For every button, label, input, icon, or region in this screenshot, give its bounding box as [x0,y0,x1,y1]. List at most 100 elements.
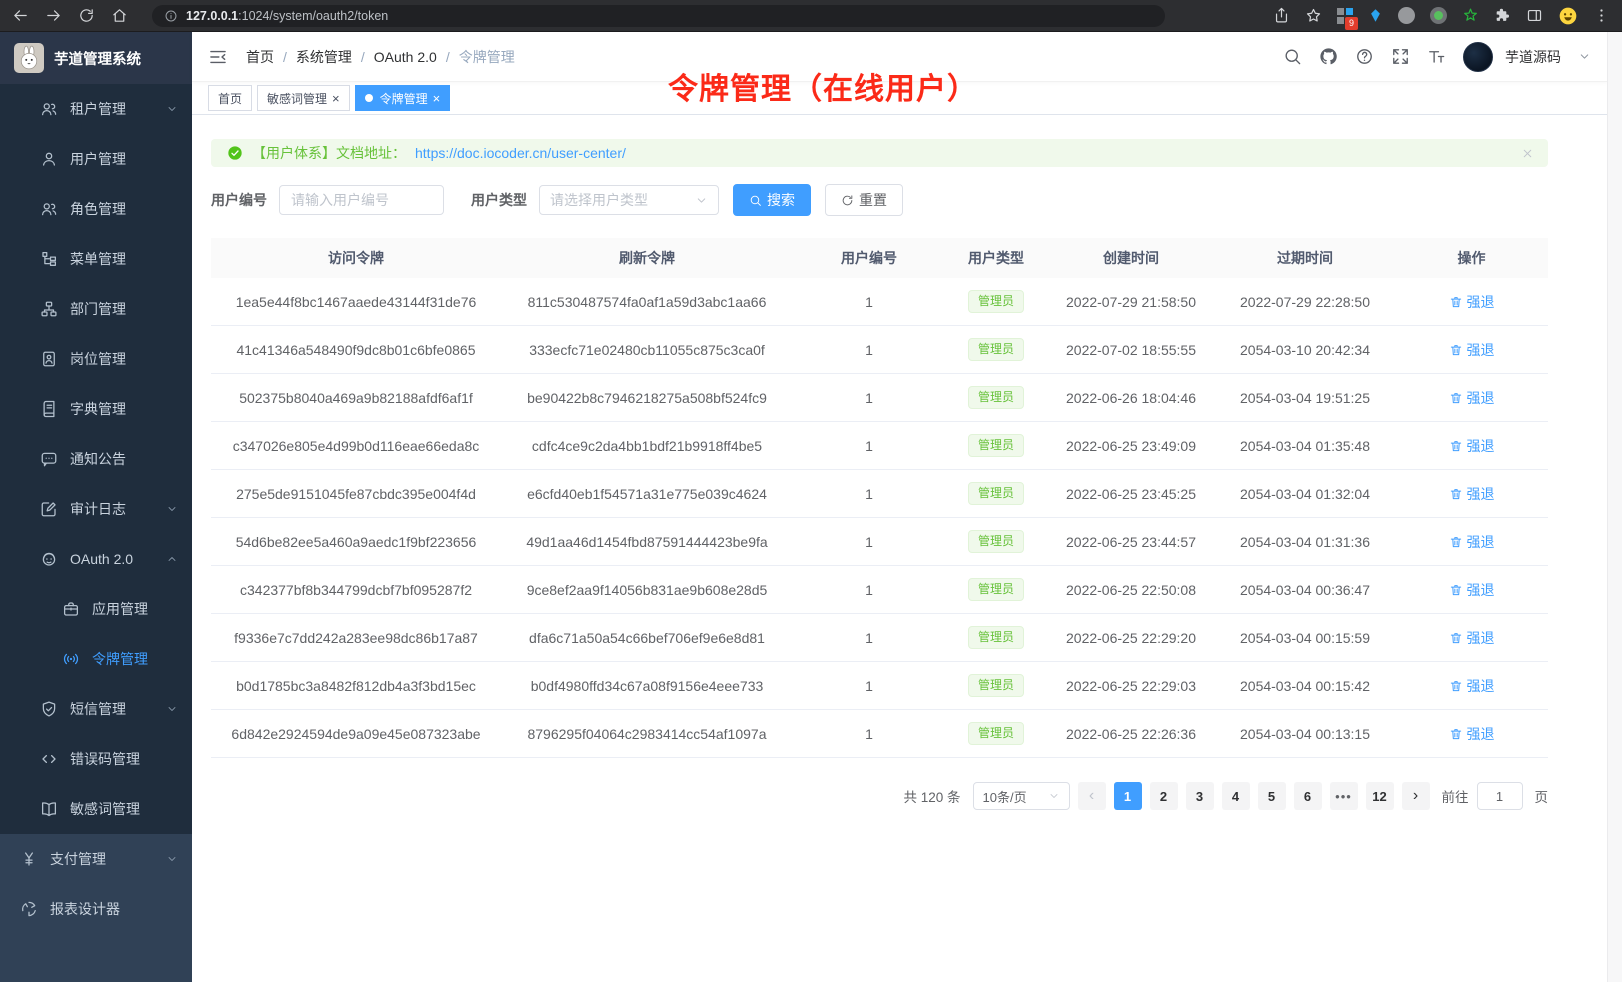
user-id-input[interactable] [279,185,444,215]
sidebar-item-dict[interactable]: 字典管理 [0,384,192,434]
expire-time-cell: 2054-03-04 01:35:48 [1215,438,1395,454]
column-header: 用户编号 [793,248,945,268]
browser-forward-icon[interactable] [45,7,62,24]
circle-extension-icon[interactable] [1398,7,1415,24]
sidebar-item-report-designer[interactable]: 报表设计器 [0,884,192,934]
profile-avatar[interactable] [1558,6,1578,26]
user-type-select[interactable]: 请选择用户类型 [539,185,719,215]
force-logout-button[interactable]: 强退 [1449,580,1495,600]
browser-back-icon[interactable] [12,7,29,24]
sidebar-item-notice[interactable]: 通知公告 [0,434,192,484]
page-button[interactable]: 6 [1294,782,1322,810]
force-logout-button[interactable]: 强退 [1449,676,1495,696]
force-logout-button[interactable]: 强退 [1449,388,1495,408]
app-logo[interactable]: 芋道管理系统 [0,32,192,84]
reset-button[interactable]: 重置 [825,184,903,216]
main-area: 首页 系统管理 OAuth 2.0 令牌管理 芋道源码 [192,32,1607,982]
page-button[interactable]: ••• [1330,782,1358,810]
page-button[interactable]: 4 [1222,782,1250,810]
browser-menu-icon[interactable] [1593,7,1610,24]
breadcrumb-item[interactable]: OAuth 2.0 [352,49,437,65]
force-logout-button[interactable]: 强退 [1449,628,1495,648]
sidebar-item-dept[interactable]: 部门管理 [0,284,192,334]
extensions-puzzle-icon[interactable] [1494,7,1511,24]
sidebar-item-post[interactable]: 岗位管理 [0,334,192,384]
sidebar-item-role[interactable]: 角色管理 [0,184,192,234]
prev-page-button[interactable]: ‹ [1078,782,1106,810]
sidebar-item-oauth2-app[interactable]: 应用管理 [0,584,192,634]
breadcrumb-item[interactable]: 令牌管理 [437,47,515,67]
goto-page-input[interactable] [1477,782,1523,810]
tab-close-icon[interactable]: × [332,92,340,105]
sidebar-item-label: 用户管理 [70,149,178,169]
username[interactable]: 芋道源码 [1505,47,1561,67]
browser-reload-icon[interactable] [78,7,95,24]
github-icon[interactable] [1319,47,1338,66]
gem-extension-icon[interactable] [1368,8,1383,23]
sidebar-item-sms[interactable]: 短信管理 [0,684,192,734]
user-type-cell: 管理员 [945,338,1047,361]
sidebar-item-pay[interactable]: 支付管理 [0,834,192,884]
sidebar-item-user[interactable]: 用户管理 [0,134,192,184]
user-type-badge: 管理员 [968,434,1024,457]
navbar-actions: 芋道源码 [1283,42,1591,72]
force-logout-button[interactable]: 强退 [1449,724,1495,744]
help-icon[interactable] [1355,47,1374,66]
browser-home-icon[interactable] [111,7,128,24]
page-button[interactable]: 1 [1114,782,1142,810]
site-info-icon[interactable] [164,9,178,23]
sidebar-collapse-icon[interactable] [208,47,228,67]
doc-link[interactable]: https://doc.iocoder.cn/user-center/ [415,145,626,161]
tab-token[interactable]: 令牌管理 × [355,85,451,111]
search-button[interactable]: 搜索 [733,184,811,216]
user-type-badge: 管理员 [968,674,1024,697]
tab-home[interactable]: 首页 × [208,85,252,111]
user-type-badge: 管理员 [968,290,1024,313]
app-title: 芋道管理系统 [54,48,141,69]
force-logout-button[interactable]: 强退 [1449,340,1495,360]
page-scrollbar[interactable] [1607,32,1622,982]
breadcrumb-item[interactable]: 首页 [246,47,274,67]
sidebar: 芋道管理系统 租户管理 用户管理 角色管理 [0,32,192,982]
force-logout-button[interactable]: 强退 [1449,436,1495,456]
share-icon[interactable] [1273,7,1290,24]
expire-time-cell: 2054-03-04 01:31:36 [1215,534,1395,550]
bookmark-star-icon[interactable] [1305,7,1322,24]
alert-close-icon[interactable] [1521,147,1534,160]
force-logout-button[interactable]: 强退 [1449,292,1495,312]
user-menu-caret-icon[interactable] [1578,50,1591,63]
sidebar-item-audit-log[interactable]: 审计日志 [0,484,192,534]
sidebar-item-tenant[interactable]: 租户管理 [0,84,192,134]
star-extension-icon[interactable] [1462,7,1479,24]
access-token-cell: 1ea5e44f8bc1467aaede43144f31de76 [211,294,501,310]
grid-extension-icon[interactable]: 9 [1337,8,1353,24]
breadcrumb-item[interactable]: 系统管理 [274,47,352,67]
address-bar[interactable]: 127.0.0.1:1024/system/oauth2/token [152,5,1165,27]
page-button[interactable]: 2 [1150,782,1178,810]
search-icon[interactable] [1283,47,1302,66]
user-avatar[interactable] [1463,42,1493,72]
tab-sensitive-word[interactable]: 敏感词管理 × [257,85,350,111]
force-logout-button[interactable]: 强退 [1449,532,1495,552]
sidebar-item-error-code[interactable]: 错误码管理 [0,734,192,784]
force-logout-button[interactable]: 强退 [1449,484,1495,504]
page-button[interactable]: 5 [1258,782,1286,810]
side-panel-icon[interactable] [1526,7,1543,24]
column-header: 刷新令牌 [501,248,793,268]
sidebar-item-label: 字典管理 [70,399,178,419]
created-time-cell: 2022-07-29 21:58:50 [1047,294,1215,310]
page-size-select[interactable]: 10条/页 [973,782,1070,810]
tab-close-icon[interactable]: × [433,92,441,105]
page-button[interactable]: 3 [1186,782,1214,810]
sidebar-item-sensitive-word[interactable]: 敏感词管理 [0,784,192,834]
font-size-icon[interactable] [1427,47,1446,66]
next-page-button[interactable]: › [1402,782,1430,810]
fullscreen-icon[interactable] [1391,47,1410,66]
sidebar-item-menu[interactable]: 菜单管理 [0,234,192,284]
page-button[interactable]: 12 [1366,782,1394,810]
dot-extension-icon[interactable] [1430,7,1447,24]
sidebar-item-label: 租户管理 [70,99,166,119]
sidebar-item-oauth2[interactable]: OAuth 2.0 [0,534,192,584]
table-header: 访问令牌 刷新令牌 用户编号 用户类型 创建时间 过期时间 操作 [211,238,1548,278]
sidebar-item-oauth2-token[interactable]: 令牌管理 [0,634,192,684]
